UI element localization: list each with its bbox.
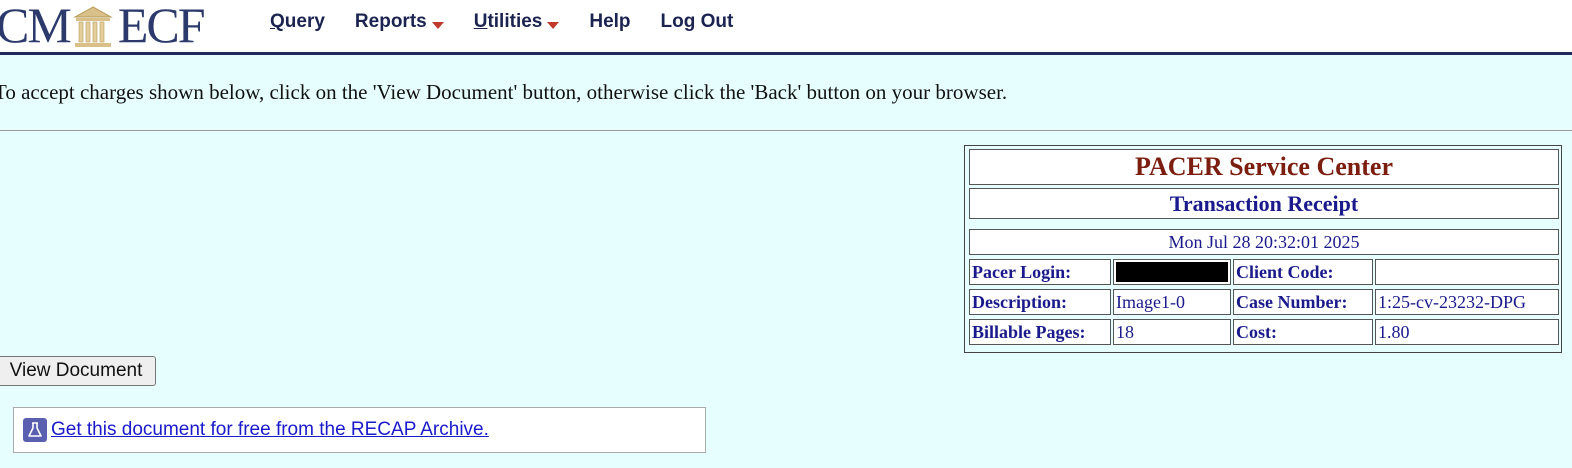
menu-utilities[interactable]: Utilities [474, 11, 560, 33]
redaction-block [1116, 262, 1228, 282]
divider [0, 130, 1572, 131]
menu-help[interactable]: Help [589, 11, 630, 33]
logo-text-right: ECF [117, 0, 206, 53]
logo-text-left: CM [0, 0, 72, 53]
recap-flask-icon [23, 418, 47, 442]
menu-log-out-label: Log Out [660, 11, 734, 32]
courthouse-icon [72, 3, 113, 47]
view-document-button[interactable]: View Document [0, 356, 156, 386]
main-menu: Query Reports Utilities Help Log Out [270, 11, 763, 33]
case-number-label: Case Number: [1233, 289, 1373, 315]
menu-help-label: Help [589, 11, 631, 32]
recap-archive-link[interactable]: Get this document for free from the RECA… [51, 419, 489, 441]
dropdown-caret-icon [431, 21, 444, 29]
client-code-value [1375, 259, 1559, 285]
receipt-subtitle: Transaction Receipt [969, 188, 1559, 219]
client-code-label: Client Code: [1233, 259, 1373, 285]
menu-reports[interactable]: Reports [355, 11, 444, 33]
cmecf-logo[interactable]: CM ECF [0, 0, 206, 53]
cost-label: Cost: [1233, 319, 1373, 345]
menu-query-label: uery [284, 11, 325, 32]
transaction-receipt: PACER Service Center Transaction Receipt… [964, 145, 1562, 353]
menu-query-accesskey: Q [270, 11, 285, 32]
top-navigation-bar: CM ECF Query Reports Utilities Help Log … [0, 0, 1572, 55]
pacer-login-label: Pacer Login: [969, 259, 1111, 285]
receipt-title: PACER Service Center [969, 149, 1559, 185]
menu-utilities-accesskey: U [473, 11, 488, 32]
recap-banner: Get this document for free from the RECA… [13, 407, 706, 453]
menu-query[interactable]: Query [270, 11, 325, 33]
menu-log-out[interactable]: Log Out [661, 11, 734, 33]
menu-reports-label: Reports [354, 11, 427, 32]
cost-value: 1.80 [1375, 319, 1559, 345]
menu-utilities-label: tilities [487, 11, 543, 32]
case-number-value: 1:25-cv-23232-DPG [1375, 289, 1559, 315]
description-label: Description: [969, 289, 1111, 315]
billable-pages-value: 18 [1113, 319, 1231, 345]
dropdown-caret-icon [547, 21, 560, 29]
billable-pages-label: Billable Pages: [969, 319, 1111, 345]
receipt-datetime: Mon Jul 28 20:32:01 2025 [969, 229, 1559, 255]
instruction-text: To accept charges shown below, click on … [0, 80, 1008, 104]
pacer-login-value [1113, 259, 1231, 285]
description-value: Image1-0 [1113, 289, 1231, 315]
